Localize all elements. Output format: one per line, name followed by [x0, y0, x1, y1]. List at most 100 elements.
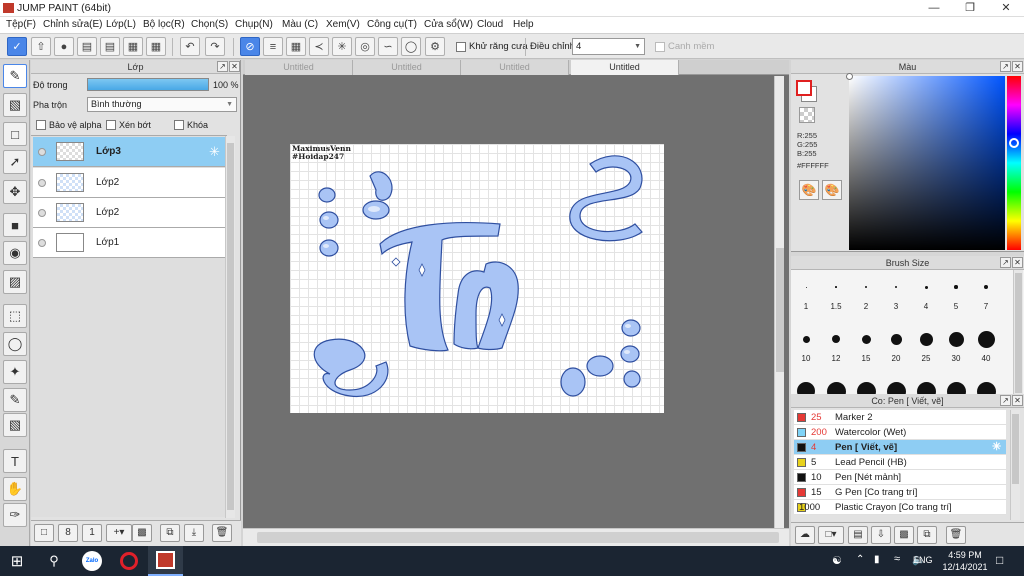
tab-untitled-active[interactable]: Untitled [571, 60, 679, 75]
folder-icon[interactable]: ▩ [132, 524, 152, 542]
close-button[interactable]: ✕ [989, 0, 1023, 17]
protect-alpha-checkbox[interactable] [36, 120, 46, 130]
opacity-slider[interactable] [87, 78, 209, 91]
menu-filter[interactable]: Bộ lọc(R) [143, 19, 185, 30]
tab-untitled[interactable]: Untitled [461, 60, 569, 75]
wifi-icon[interactable]: ≈ [894, 553, 900, 565]
primary-color-swatch[interactable] [796, 80, 812, 96]
move-tool-icon[interactable]: ✥ [3, 180, 27, 204]
close-icon[interactable]: ✕ [229, 61, 240, 72]
scroll-thumb[interactable] [776, 248, 784, 372]
radial-ruler-icon[interactable]: ✳ [332, 37, 352, 56]
restore-button[interactable]: ❐ [953, 0, 987, 17]
trash-icon[interactable]: 🗑 [946, 526, 966, 544]
scroll-thumb[interactable] [1012, 414, 1019, 484]
hand-tool-icon[interactable]: ✋ [3, 477, 27, 501]
visibility-icon[interactable] [38, 209, 46, 217]
menu-layer[interactable]: Lớp(L) [106, 19, 136, 30]
ruler-settings-icon[interactable]: ⚙ [425, 37, 445, 56]
brush-size-dot[interactable] [894, 285, 898, 289]
minimize-button[interactable]: — [917, 0, 951, 17]
select-eraser-tool-icon[interactable]: ▧ [3, 413, 27, 437]
ellipse-ruler-icon[interactable]: ◯ [401, 37, 421, 56]
hue-handle[interactable] [1009, 138, 1019, 148]
visibility-icon[interactable] [38, 239, 46, 247]
perspective-ruler-icon[interactable]: ≺ [309, 37, 329, 56]
grid-ruler-icon[interactable]: ▦ [286, 37, 306, 56]
clip-checkbox[interactable] [106, 120, 116, 130]
tool-preset-row[interactable]: 200 Watercolor (Wet) [794, 425, 1006, 440]
curve-ruler-icon[interactable]: ∽ [378, 37, 398, 56]
tool-preset-row[interactable]: 1000 Plastic Crayon [Co trang trí] [794, 500, 1006, 515]
cloud-sync-icon[interactable]: ✓ [7, 37, 27, 56]
tool-preset-row[interactable]: 10 Pen [Nét mảnh] [794, 470, 1006, 485]
new-layer-icon[interactable]: □ [34, 524, 54, 542]
lasso-tool-icon[interactable]: ◯ [3, 332, 27, 356]
brush-size-dot[interactable] [832, 335, 840, 343]
notification-icon[interactable]: □ [996, 553, 1003, 567]
brush-size-dot[interactable] [805, 286, 807, 288]
menu-tools[interactable]: Công cụ(T) [367, 19, 417, 30]
visibility-icon[interactable] [38, 148, 46, 156]
magic-wand-tool-icon[interactable]: ✦ [3, 360, 27, 384]
menu-window[interactable]: Cửa sổ(W) [424, 19, 473, 30]
scroll-thumb[interactable] [227, 143, 234, 510]
brush-size-dot[interactable] [802, 335, 810, 343]
popout-icon[interactable]: ↗ [1000, 61, 1011, 72]
blend-select[interactable]: Bình thường ▼ [87, 97, 237, 112]
brush-size-dot[interactable] [948, 331, 964, 347]
opera-icon[interactable] [117, 550, 141, 572]
eraser-tool-icon[interactable]: ▧ [3, 93, 27, 117]
clock-time[interactable]: 4:59 PM [943, 550, 987, 560]
close-icon[interactable]: ✕ [1012, 257, 1023, 268]
clock-date[interactable]: 12/14/2021 [939, 562, 991, 572]
search-icon[interactable]: ⚲ [42, 550, 66, 572]
brush-size-dot[interactable] [861, 334, 871, 344]
color-saturation-picker[interactable] [846, 73, 1005, 250]
tool-preset-row[interactable]: 25 Marker 2 [794, 410, 1006, 425]
menu-help[interactable]: Help [513, 19, 534, 30]
menu-select[interactable]: Chọn(S) [191, 19, 228, 30]
brush-size-dot[interactable] [954, 285, 958, 289]
smooth-checkbox[interactable] [655, 42, 665, 52]
language-label[interactable]: ENG [913, 555, 933, 565]
redo-icon[interactable]: ↷ [205, 37, 225, 56]
zalo-icon[interactable]: Zalo [80, 550, 104, 572]
hue-slider[interactable] [1007, 76, 1021, 250]
rectangle-tool-icon[interactable]: □ [3, 122, 27, 146]
text-tool-icon[interactable]: T [3, 449, 27, 473]
concentric-ruler-icon[interactable]: ◎ [355, 37, 375, 56]
popout-icon[interactable]: ↗ [217, 61, 228, 72]
scroll-thumb[interactable] [1015, 273, 1022, 393]
layer-row[interactable]: Lớp2 [33, 168, 225, 198]
brush-size-dot[interactable] [977, 330, 995, 348]
eyedropper-tool-icon[interactable]: ✑ [3, 503, 27, 527]
gradient-tool-icon[interactable]: ▨ [3, 270, 27, 294]
brush-size-dot[interactable] [865, 286, 867, 288]
scroll-thumb[interactable] [257, 532, 779, 543]
layer-row[interactable]: Lớp3 ✳ [33, 137, 225, 167]
battery-icon[interactable]: ▮ [874, 554, 880, 565]
brush-size-dot[interactable] [890, 333, 902, 345]
close-icon[interactable]: ✕ [1012, 61, 1023, 72]
new-layer-menu-icon[interactable]: +▾ [106, 524, 132, 542]
brush-size-dot[interactable] [924, 285, 928, 289]
popout-icon[interactable]: ↗ [1000, 257, 1011, 268]
brush-size-dot[interactable] [835, 286, 837, 288]
palette-settings-icon[interactable]: 🎨 [822, 180, 842, 200]
chevron-up-icon[interactable]: ⌃ [856, 554, 864, 565]
new-layer-1bit-icon[interactable]: 1 [82, 524, 102, 542]
cloud-download-icon[interactable]: ☁ [795, 526, 815, 544]
line-tool-icon[interactable]: ➚ [3, 150, 27, 174]
tab-untitled[interactable]: Untitled [245, 60, 353, 75]
export-icon[interactable]: ⇧ [31, 37, 51, 56]
save-preset-icon[interactable]: ▤ [848, 526, 868, 544]
page-list-icon[interactable]: ▦ [123, 37, 143, 56]
duplicate-layer-icon[interactable]: ⧉ [160, 524, 180, 542]
adjust-input[interactable]: 4 ▼ [572, 38, 645, 55]
antialias-checkbox[interactable] [456, 42, 466, 52]
menu-file[interactable]: Tệp(F) [6, 19, 36, 30]
jump-paint-taskbar-button[interactable] [148, 546, 183, 576]
new-preset-menu-icon[interactable]: □▾ [818, 526, 844, 544]
layer-row[interactable]: Lớp1 [33, 228, 225, 258]
